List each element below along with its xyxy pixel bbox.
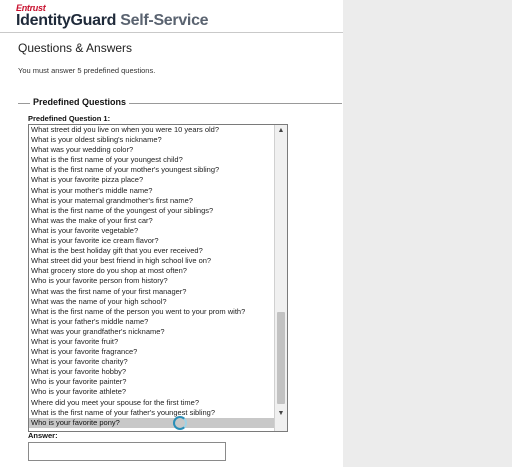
question-listbox[interactable]: What street did you live on when you wer… bbox=[28, 124, 288, 432]
page-title: Questions & Answers bbox=[18, 41, 133, 55]
scroll-up-arrow-icon[interactable]: ▲ bbox=[275, 125, 287, 136]
header-divider bbox=[0, 32, 343, 33]
question-option[interactable]: What is your favorite vegetable? bbox=[29, 226, 274, 236]
question-option[interactable]: What was your wedding color? bbox=[29, 145, 274, 155]
question-option[interactable]: What is your favorite fragrance? bbox=[29, 347, 274, 357]
question-option[interactable]: What is your favorite ice cream flavor? bbox=[29, 236, 274, 246]
product-name: IdentityGuard bbox=[16, 12, 117, 29]
question-option[interactable]: What street did your best friend in high… bbox=[29, 256, 274, 266]
listbox-scrollbar[interactable]: ▲ ▼ bbox=[274, 125, 287, 431]
question-option[interactable]: What was the first name of your first ma… bbox=[29, 287, 274, 297]
page-panel: Entrust IdentityGuard Self-Service Quest… bbox=[0, 0, 343, 467]
scroll-down-arrow-icon[interactable]: ▼ bbox=[275, 408, 287, 419]
loading-spinner-icon bbox=[173, 416, 187, 430]
question-option[interactable]: What grocery store do you shop at most o… bbox=[29, 266, 274, 276]
question-option[interactable]: What was your grandfather's nickname? bbox=[29, 327, 274, 337]
question-option[interactable]: What is the first name of your youngest … bbox=[29, 155, 274, 165]
question-option[interactable]: What is the best holiday gift that you e… bbox=[29, 246, 274, 256]
question-option[interactable]: What was the make of your first car? bbox=[29, 216, 274, 226]
section-legend: Predefined Questions bbox=[30, 97, 130, 107]
question-option[interactable]: What is your father's middle name? bbox=[29, 317, 274, 327]
question-option[interactable]: What was the name of your high school? bbox=[29, 297, 274, 307]
question-option[interactable]: What is your favorite charity? bbox=[29, 357, 274, 367]
instruction-text: You must answer 5 predefined questions. bbox=[18, 66, 156, 75]
question-option[interactable]: What is your favorite pizza place? bbox=[29, 175, 274, 185]
question-option[interactable]: What is the first name of the youngest o… bbox=[29, 206, 274, 216]
question-option[interactable]: What is the first name of your mother's … bbox=[29, 165, 274, 175]
question-option[interactable]: Who is your favorite athlete? bbox=[29, 387, 274, 397]
question-option[interactable]: What street did you live on when you wer… bbox=[29, 125, 274, 135]
product-title: IdentityGuard Self-Service bbox=[16, 12, 209, 30]
identityguard-logo: Entrust IdentityGuard Self-Service bbox=[16, 3, 336, 33]
answer-input[interactable] bbox=[28, 442, 226, 461]
scroll-thumb[interactable] bbox=[277, 312, 285, 404]
question-option[interactable]: What is your mother's middle name? bbox=[29, 186, 274, 196]
question-option[interactable]: Who is your favorite pony? bbox=[29, 417, 274, 428]
empty-side-area bbox=[343, 0, 512, 467]
question-option[interactable]: What is your oldest sibling's nickname? bbox=[29, 135, 274, 145]
question-option[interactable]: What is the first name of the person you… bbox=[29, 307, 274, 317]
product-suffix: Self-Service bbox=[120, 12, 209, 29]
question-option[interactable]: Who is your favorite person from history… bbox=[29, 276, 274, 286]
question-option[interactable]: What is your maternal grandmother's firs… bbox=[29, 196, 274, 206]
question-option[interactable]: What is your favorite hobby? bbox=[29, 367, 274, 377]
question-label: Predefined Question 1: bbox=[28, 114, 111, 123]
question-option[interactable]: Who is your favorite painter? bbox=[29, 377, 274, 387]
question-option[interactable]: What is the first name of your father's … bbox=[29, 408, 274, 418]
question-option[interactable]: Where did you meet your spouse for the f… bbox=[29, 398, 274, 408]
answer-label: Answer: bbox=[28, 431, 58, 440]
question-option[interactable]: What is your favorite fruit? bbox=[29, 337, 274, 347]
question-options: What street did you live on when you wer… bbox=[29, 125, 274, 428]
